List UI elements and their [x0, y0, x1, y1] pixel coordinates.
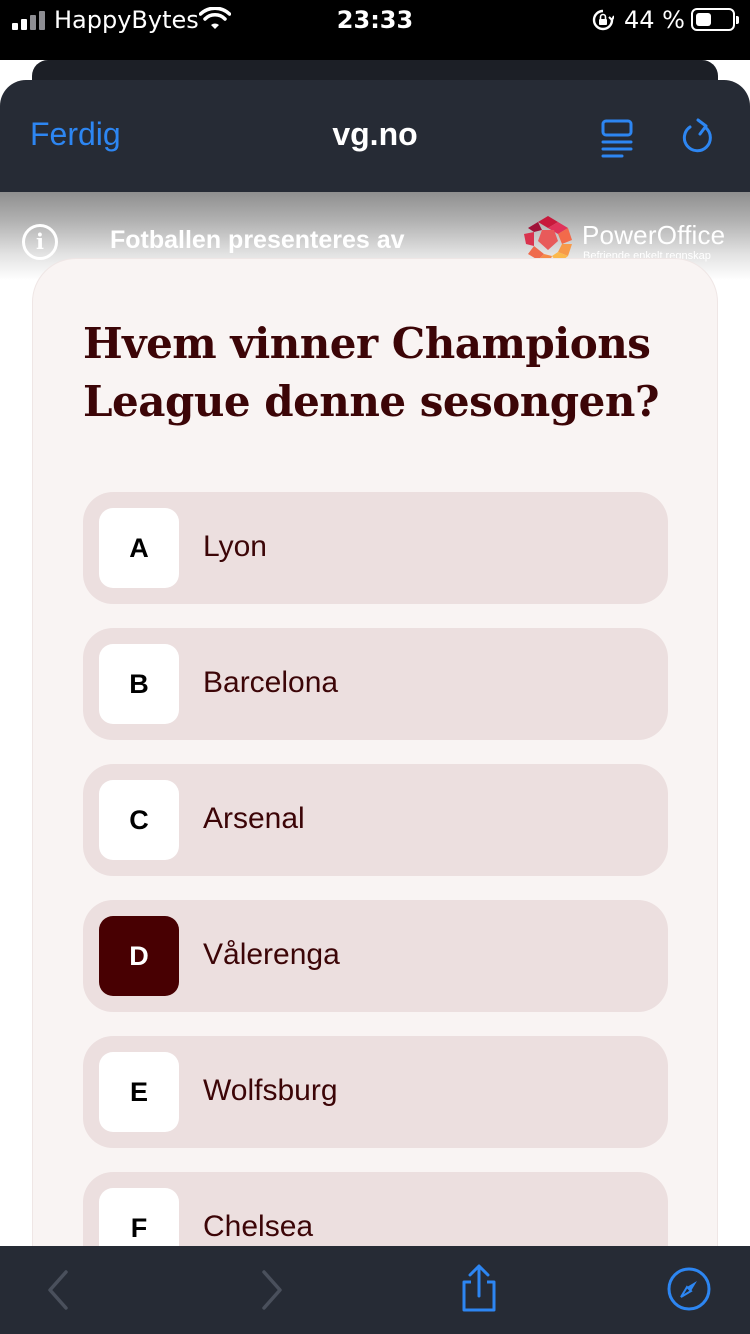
- quiz-question: Hvem vinner Champions League denne seson…: [83, 319, 660, 426]
- done-button[interactable]: Ferdig: [30, 116, 121, 153]
- forward-arrow-icon[interactable]: [258, 1268, 286, 1312]
- carrier-name: HappyBytes: [54, 6, 199, 34]
- battery-fill: [696, 13, 711, 26]
- answer-option-e[interactable]: E Wolfsburg: [83, 1036, 668, 1148]
- option-letter: C: [99, 780, 179, 860]
- compass-safari-icon[interactable]: [666, 1266, 712, 1312]
- option-letter: E: [99, 1052, 179, 1132]
- reload-icon[interactable]: [678, 118, 716, 158]
- wifi-icon: [199, 7, 231, 29]
- info-icon[interactable]: i: [22, 224, 58, 260]
- answer-option-b[interactable]: B Barcelona: [83, 628, 668, 740]
- answer-option-c[interactable]: C Arsenal: [83, 764, 668, 876]
- option-letter: D: [99, 916, 179, 996]
- battery-icon: [691, 8, 739, 31]
- option-label: Arsenal: [203, 802, 305, 835]
- answer-option-d[interactable]: D Vålerenga: [83, 900, 668, 1012]
- quiz-card: Hvem vinner Champions League denne seson…: [32, 258, 718, 1284]
- rotation-lock-icon: [592, 9, 614, 31]
- status-bar: HappyBytes 23:33 44 %: [0, 0, 750, 60]
- option-label: Chelsea: [203, 1210, 314, 1243]
- answer-option-a[interactable]: A Lyon: [83, 492, 668, 604]
- reader-view-icon[interactable]: [600, 118, 636, 158]
- option-letter: A: [99, 508, 179, 588]
- back-arrow-icon[interactable]: [44, 1268, 72, 1312]
- option-letter: B: [99, 644, 179, 724]
- option-label: Wolfsburg: [203, 1074, 338, 1107]
- option-label: Barcelona: [203, 666, 339, 699]
- option-label: Vålerenga: [203, 938, 340, 971]
- browser-toolbar: [0, 1246, 750, 1334]
- sponsor-text: Fotballen presenteres av: [110, 226, 405, 254]
- sponsor-brand-name: PowerOffice: [582, 220, 726, 250]
- battery-percentage: 44 %: [624, 6, 685, 34]
- signal-strength-icon: [12, 10, 45, 30]
- option-label: Lyon: [203, 530, 267, 563]
- browser-header: Ferdig vg.no: [0, 80, 750, 192]
- share-icon[interactable]: [458, 1264, 500, 1314]
